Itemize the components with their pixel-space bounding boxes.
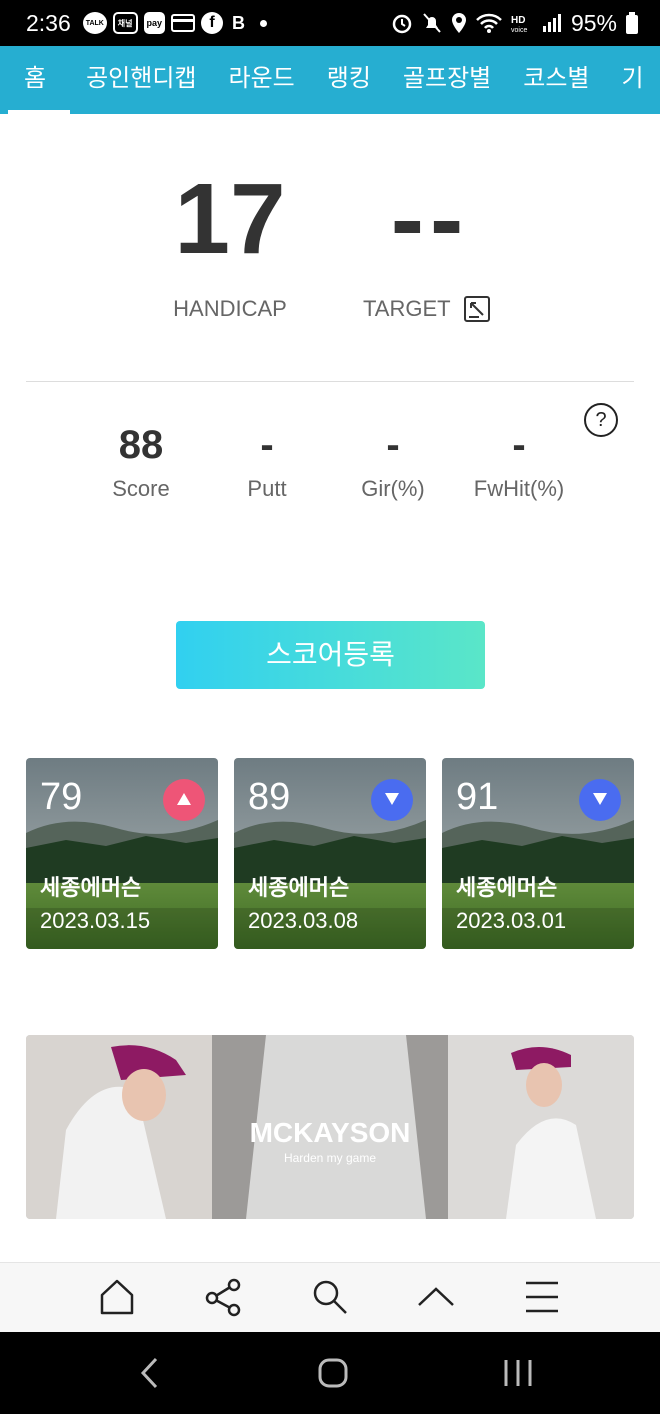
round-score: 79	[40, 776, 83, 818]
scroll-top-icon[interactable]	[416, 1277, 456, 1317]
stat-score-value: 88	[118, 423, 164, 467]
recent-apps-icon[interactable]	[500, 1356, 536, 1390]
search-icon[interactable]	[310, 1277, 350, 1317]
trend-down-badge	[371, 779, 413, 821]
home-icon[interactable]	[97, 1277, 137, 1317]
stat-score-label: Score	[112, 476, 170, 501]
stat-gir: - Gir(%)	[333, 0, 453, 502]
banner-tagline: Harden my game	[283, 1151, 377, 1165]
round-card[interactable]: 91 세종에머슨 2023.03.01	[442, 758, 634, 949]
stat-fwhit-value: -	[512, 423, 526, 467]
trend-up-badge	[163, 779, 205, 821]
stat-fwhit: - FwHit(%)	[459, 0, 579, 502]
round-card[interactable]: 89 세종에머슨 2023.03.08	[234, 758, 426, 949]
system-nav-bar	[0, 1332, 660, 1414]
trend-down-badge	[579, 779, 621, 821]
home-nav-icon[interactable]	[316, 1356, 350, 1390]
tab-more[interactable]: 기	[606, 46, 660, 114]
round-score: 89	[248, 776, 291, 818]
stat-putt-label: Putt	[247, 476, 287, 501]
battery-icon	[626, 12, 638, 34]
score-register-button[interactable]: 스코어등록	[176, 621, 485, 689]
stat-putt: - Putt	[207, 0, 327, 502]
round-date: 2023.03.15	[40, 908, 151, 933]
back-icon[interactable]	[136, 1356, 164, 1390]
round-date: 2023.03.01	[456, 908, 567, 933]
round-course: 세종에머슨	[456, 876, 558, 901]
tab-home[interactable]: 홈	[0, 46, 71, 114]
stat-score: 88 Score	[81, 0, 201, 502]
browser-toolbar	[0, 1262, 660, 1332]
stat-fwhit-label: FwHit(%)	[473, 476, 565, 501]
menu-icon[interactable]	[522, 1277, 562, 1317]
stat-gir-label: Gir(%)	[361, 476, 425, 501]
round-course: 세종에머슨	[248, 876, 350, 901]
triangle-down-icon	[385, 793, 399, 805]
round-course: 세종에머슨	[40, 876, 142, 901]
triangle-down-icon	[593, 793, 607, 805]
help-icon[interactable]: ?	[584, 403, 618, 437]
status-time: 2:36	[26, 9, 71, 36]
share-icon[interactable]	[204, 1277, 244, 1317]
round-card[interactable]: 79 세종에머슨 2023.03.15	[26, 758, 218, 949]
ad-banner[interactable]: MCKAYSON Harden my game	[26, 1035, 634, 1219]
banner-brand: MCKAYSON	[249, 1117, 411, 1148]
round-date: 2023.03.08	[248, 908, 359, 933]
stat-putt-value: -	[260, 423, 274, 467]
triangle-up-icon	[177, 793, 191, 805]
stat-gir-value: -	[386, 423, 400, 467]
round-score: 91	[456, 776, 499, 818]
